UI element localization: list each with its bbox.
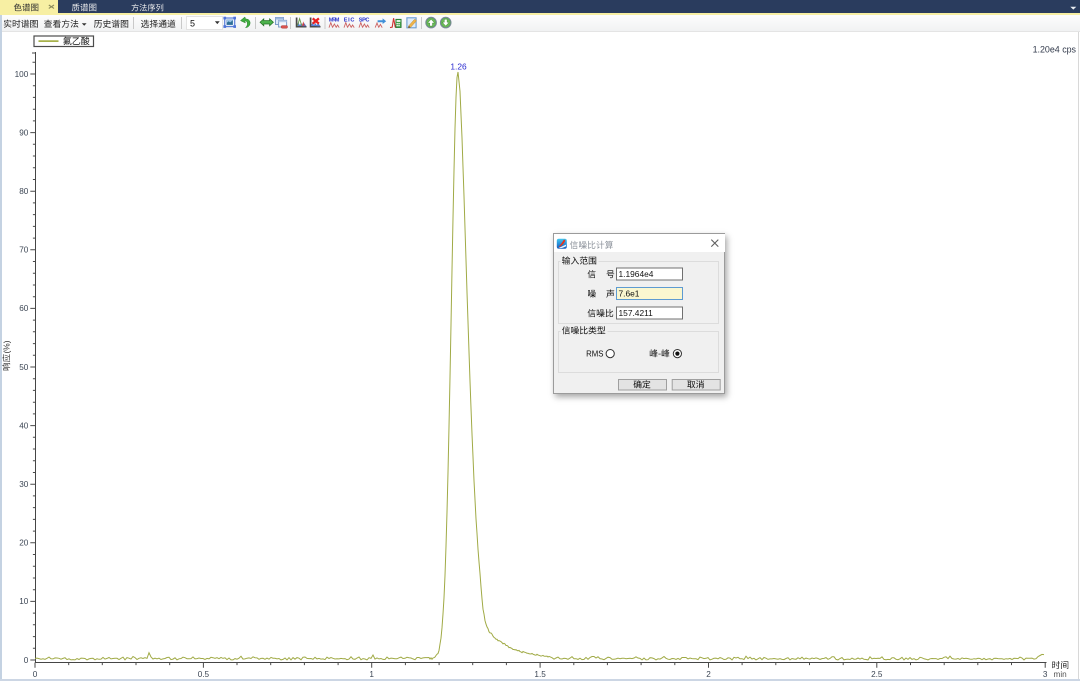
svg-text:80: 80 [19, 187, 29, 196]
svg-text:min: min [1054, 670, 1068, 679]
svg-text:0: 0 [24, 656, 29, 665]
svg-text:70: 70 [19, 246, 29, 255]
svg-text:5: 5 [190, 18, 195, 28]
svg-text:30: 30 [19, 480, 29, 489]
svg-text:0.5: 0.5 [198, 670, 210, 679]
svg-text:1.26: 1.26 [450, 62, 467, 72]
svg-text:157.4211: 157.4211 [619, 308, 654, 318]
svg-text:RMS: RMS [586, 349, 603, 358]
svg-text:0: 0 [33, 670, 38, 679]
svg-text:20: 20 [19, 539, 29, 548]
svg-text:10: 10 [19, 597, 29, 606]
svg-text:40: 40 [19, 421, 29, 430]
svg-text:60: 60 [19, 304, 29, 313]
svg-text:(%): (%) [2, 340, 12, 353]
svg-text:2.5: 2.5 [871, 670, 883, 679]
svg-text:100: 100 [15, 70, 29, 79]
svg-text:2: 2 [706, 670, 711, 679]
svg-text:1.5: 1.5 [534, 670, 546, 679]
svg-text:1.1964e4: 1.1964e4 [619, 269, 654, 279]
svg-text:7.6e1: 7.6e1 [619, 289, 640, 299]
svg-text:90: 90 [19, 128, 29, 137]
svg-text:1: 1 [369, 670, 374, 679]
svg-text:50: 50 [19, 363, 29, 372]
svg-text:1.20e4 cps: 1.20e4 cps [1033, 45, 1077, 55]
svg-text:3: 3 [1043, 670, 1048, 679]
